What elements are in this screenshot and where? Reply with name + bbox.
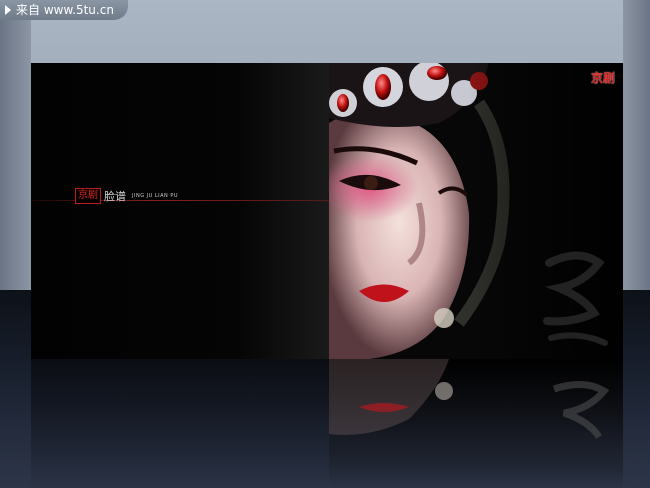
brochure-spread: 京剧 脸谱 JING JU LIAN PU 京剧 <box>31 63 623 359</box>
corner-logo: 京剧 <box>590 71 615 85</box>
reflection-shapes <box>329 359 610 439</box>
left-page: 京剧 脸谱 JING JU LIAN PU <box>31 63 329 359</box>
calligraphy-brush-mark <box>543 251 608 346</box>
play-triangle-icon <box>5 5 11 15</box>
spread-reflection <box>31 359 623 488</box>
title-chinese: 脸谱 <box>104 190 126 203</box>
backdrop-wall-left <box>0 0 31 290</box>
portrait-reflection <box>329 359 623 488</box>
title-seal: 京剧 <box>75 188 101 204</box>
right-page: 京剧 <box>329 63 623 359</box>
source-tab[interactable]: 来自 www.5tu.cn <box>0 0 128 20</box>
backdrop-wall-right <box>623 0 650 290</box>
title-pinyin: JING JU LIAN PU <box>132 193 179 199</box>
title-block: 京剧 脸谱 JING JU LIAN PU <box>75 187 178 205</box>
source-label: 来自 www.5tu.cn <box>16 3 114 17</box>
